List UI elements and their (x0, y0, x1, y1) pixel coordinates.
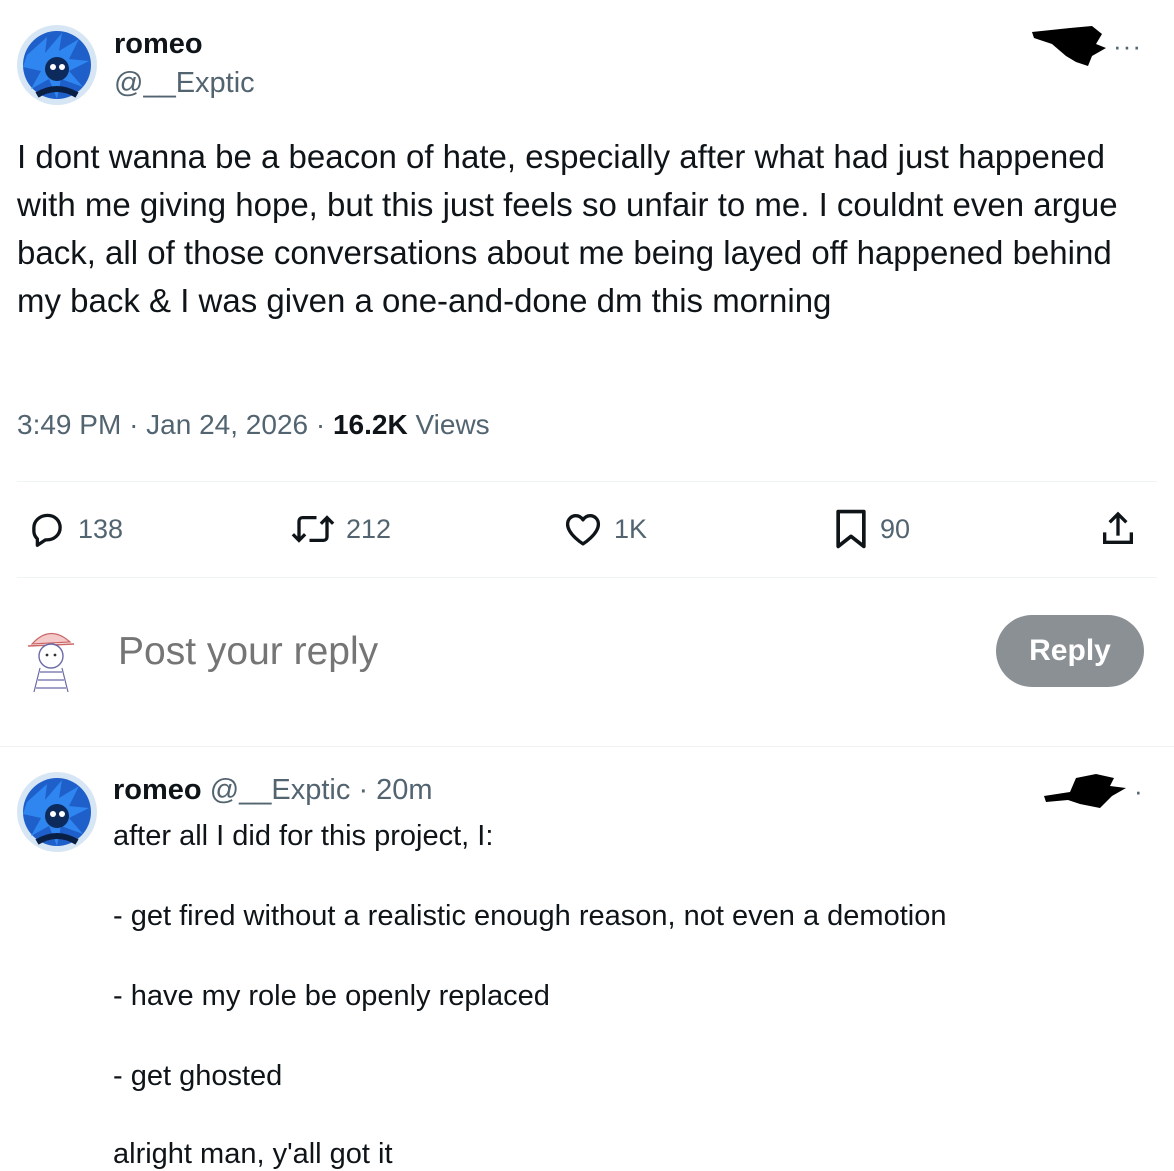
share-icon (1103, 511, 1133, 544)
author-name[interactable]: romeo (114, 28, 203, 61)
reply-text-line: after all I did for this project, I: (113, 820, 494, 852)
author-handle[interactable]: @__Exptic (114, 67, 255, 100)
views-count: 16.2K (332, 409, 408, 440)
tweet-text: I dont wanna be a beacon of hate, especi… (17, 138, 1118, 319)
redacted-mark (1044, 774, 1126, 808)
reply-time[interactable]: 20m (376, 774, 432, 806)
like-icon (565, 514, 601, 546)
share-action[interactable] (1098, 507, 1138, 551)
reply-text-line: - get ghosted (113, 1060, 283, 1092)
reply-author-avatar[interactable] (17, 772, 97, 852)
views-label: Views (415, 409, 490, 440)
reply-action[interactable]: 138 (26, 507, 123, 551)
reply-input[interactable] (118, 626, 678, 678)
redacted-mark (1032, 26, 1106, 66)
author-avatar[interactable] (17, 25, 97, 105)
tweet-date[interactable]: Jan 24, 2026 (146, 409, 308, 440)
reply-count: 138 (78, 513, 124, 544)
divider (0, 746, 1174, 747)
reply-header: romeo @__Exptic · 20m (113, 774, 433, 807)
meta-separator: · (315, 409, 326, 440)
reply-separator: · (358, 774, 369, 806)
reply-text-line: - get fired without a realistic enough r… (113, 900, 947, 932)
reply-author-handle[interactable]: @__Exptic (210, 774, 351, 806)
divider (17, 481, 1157, 482)
more-dots-icon[interactable]: ··· (1113, 33, 1142, 59)
repost-count: 212 (346, 513, 392, 544)
bookmark-count: 90 (880, 513, 911, 544)
reply-author-name[interactable]: romeo (113, 774, 202, 806)
more-dots-icon[interactable]: · (1134, 778, 1144, 804)
tweet-meta: 3:49 PM · Jan 24, 2026 · 16.2K Views (17, 409, 490, 441)
bookmark-icon (836, 509, 866, 549)
like-count: 1K (614, 513, 648, 544)
like-action[interactable]: 1K (562, 507, 647, 551)
repost-icon (291, 515, 335, 543)
meta-separator: · (129, 409, 139, 440)
reply-text-line: alright man, y'all got it (113, 1138, 393, 1170)
tweet-time[interactable]: 3:49 PM (17, 409, 121, 440)
reply-icon (32, 513, 62, 547)
reply-text-line: - have my role be openly replaced (113, 980, 550, 1012)
reply-button[interactable]: Reply (996, 615, 1144, 687)
bookmark-action[interactable]: 90 (832, 507, 910, 551)
current-user-avatar[interactable] (22, 622, 80, 694)
repost-action[interactable]: 212 (290, 507, 391, 551)
divider (17, 577, 1157, 578)
